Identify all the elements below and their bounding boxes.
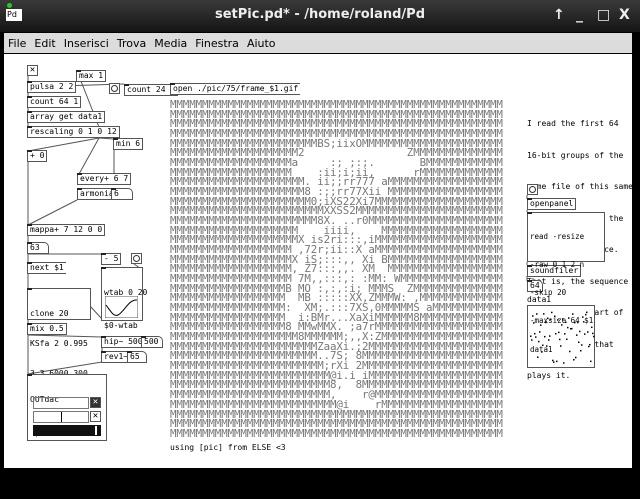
armonia-number[interactable]: 6 <box>111 188 133 200</box>
plus-object[interactable]: + 0 <box>27 150 48 162</box>
minimize-button[interactable]: _ <box>576 7 583 23</box>
number-63[interactable]: 63 <box>27 242 49 254</box>
clone-object[interactable]: clone 20 KSfa 2 0.995 3 3 6000 300 <box>27 288 91 378</box>
rescaling-object[interactable]: rescaling 0 1 0 12 <box>27 126 120 138</box>
title-bar: Pd setPic.pd* - /home/roland/Pd ↑ _ □ X <box>0 0 640 32</box>
bang-circle-icon <box>133 255 140 262</box>
menu-inserisci[interactable]: Inserisci <box>60 33 113 50</box>
comment-line: plays it. <box>527 371 571 380</box>
menu-trova[interactable]: Trova <box>113 33 150 50</box>
read-line: -raw 0 1 2 n <box>530 260 585 270</box>
menu-bar: File Edit Inserisci Trova Media Finestra Aiuto <box>4 33 632 53</box>
read-line: read -resize <box>530 231 585 241</box>
dsp-toggle-2[interactable]: ✕ <box>90 411 101 422</box>
comment-line: same file of this same <box>527 182 633 191</box>
mappa-object[interactable]: mappa+ 7 12 0 0 <box>27 224 106 236</box>
keep-above-button[interactable]: ↑ <box>553 7 565 23</box>
rev-number[interactable]: 65 <box>127 351 147 363</box>
menu-finestra[interactable]: Finestra <box>191 33 243 50</box>
wtab-graph-object[interactable]: wtab 0 20 $0-wtab <box>101 267 147 330</box>
open-message[interactable]: open ./pic/75/frame_$1.gif <box>170 83 301 95</box>
level-meter <box>33 425 101 436</box>
bottom-bar <box>0 468 640 480</box>
menu-media[interactable]: Media <box>150 33 191 50</box>
dsp-toggle-1[interactable]: ✕ <box>90 397 101 408</box>
next-message[interactable]: next $1 <box>27 262 66 274</box>
footer-comment: using [pic] from ELSE <3 <box>170 443 286 452</box>
volume-slider-2[interactable] <box>33 411 89 423</box>
read-line: -skip 20 <box>530 288 567 298</box>
min-object[interactable]: min 6 <box>113 138 144 150</box>
max-object[interactable]: max 1 <box>76 70 107 82</box>
outdac-object[interactable]: OUTdac $0-out ✕ ✕ <box>27 374 107 441</box>
wtab-waveform <box>105 296 138 318</box>
clone-line-2: KSfa 2 0.995 <box>30 339 88 348</box>
volume-slider-1[interactable] <box>33 397 89 409</box>
wtab-bang-button[interactable] <box>131 253 142 264</box>
read-message[interactable]: read -resize -raw 0 1 2 n -skip 20 -maxs… <box>527 212 605 354</box>
maximize-button[interactable]: □ <box>597 7 610 23</box>
read-line: -maxsize 64 $1 <box>530 316 594 326</box>
comment-line: 16-bit groups of the <box>527 150 624 160</box>
read-line: data1 <box>530 344 553 354</box>
wtab-label: $0-wtab <box>104 321 138 330</box>
menu-file[interactable]: File <box>4 33 30 50</box>
openpanel-object[interactable]: openpanel <box>527 198 577 210</box>
clone-line-1: clone 20 <box>30 309 69 318</box>
ascii-art-display: MMMMMMMMMMMMMMMMMMMMMMMMMMMMMMMMMMMMMMMM… <box>170 100 503 439</box>
bang-circle-icon <box>529 186 536 193</box>
every-object[interactable]: every+ 6 7 <box>77 173 132 185</box>
openpanel-bang-button[interactable] <box>527 184 538 195</box>
minus-object[interactable]: - 5 <box>101 253 122 265</box>
window-title: setPic.pd* - /home/roland/Pd <box>214 7 425 22</box>
hip-number[interactable]: 500 <box>141 336 163 348</box>
bang-button[interactable] <box>109 83 120 94</box>
hip-object[interactable]: hip~ 500 <box>101 336 146 348</box>
count-64-object[interactable]: count 64 1 <box>27 96 82 108</box>
metro-toggle[interactable]: ✕ <box>27 65 38 76</box>
menu-aiuto[interactable]: Aiuto <box>243 33 280 50</box>
mix-object[interactable]: mix 0.5 <box>27 323 67 335</box>
patch-canvas[interactable]: ✕ max 1 pulsa 2 2 count 24 1 open ./pic/… <box>4 54 633 468</box>
close-button[interactable]: X <box>619 7 630 23</box>
menu-edit[interactable]: Edit <box>30 33 59 50</box>
comment-line: I read the first 64 <box>527 119 619 128</box>
array-get-object[interactable]: array get data1 <box>27 111 106 123</box>
pulsa-object[interactable]: pulsa 2 2 <box>27 81 77 93</box>
bang-circle-icon <box>111 85 118 92</box>
